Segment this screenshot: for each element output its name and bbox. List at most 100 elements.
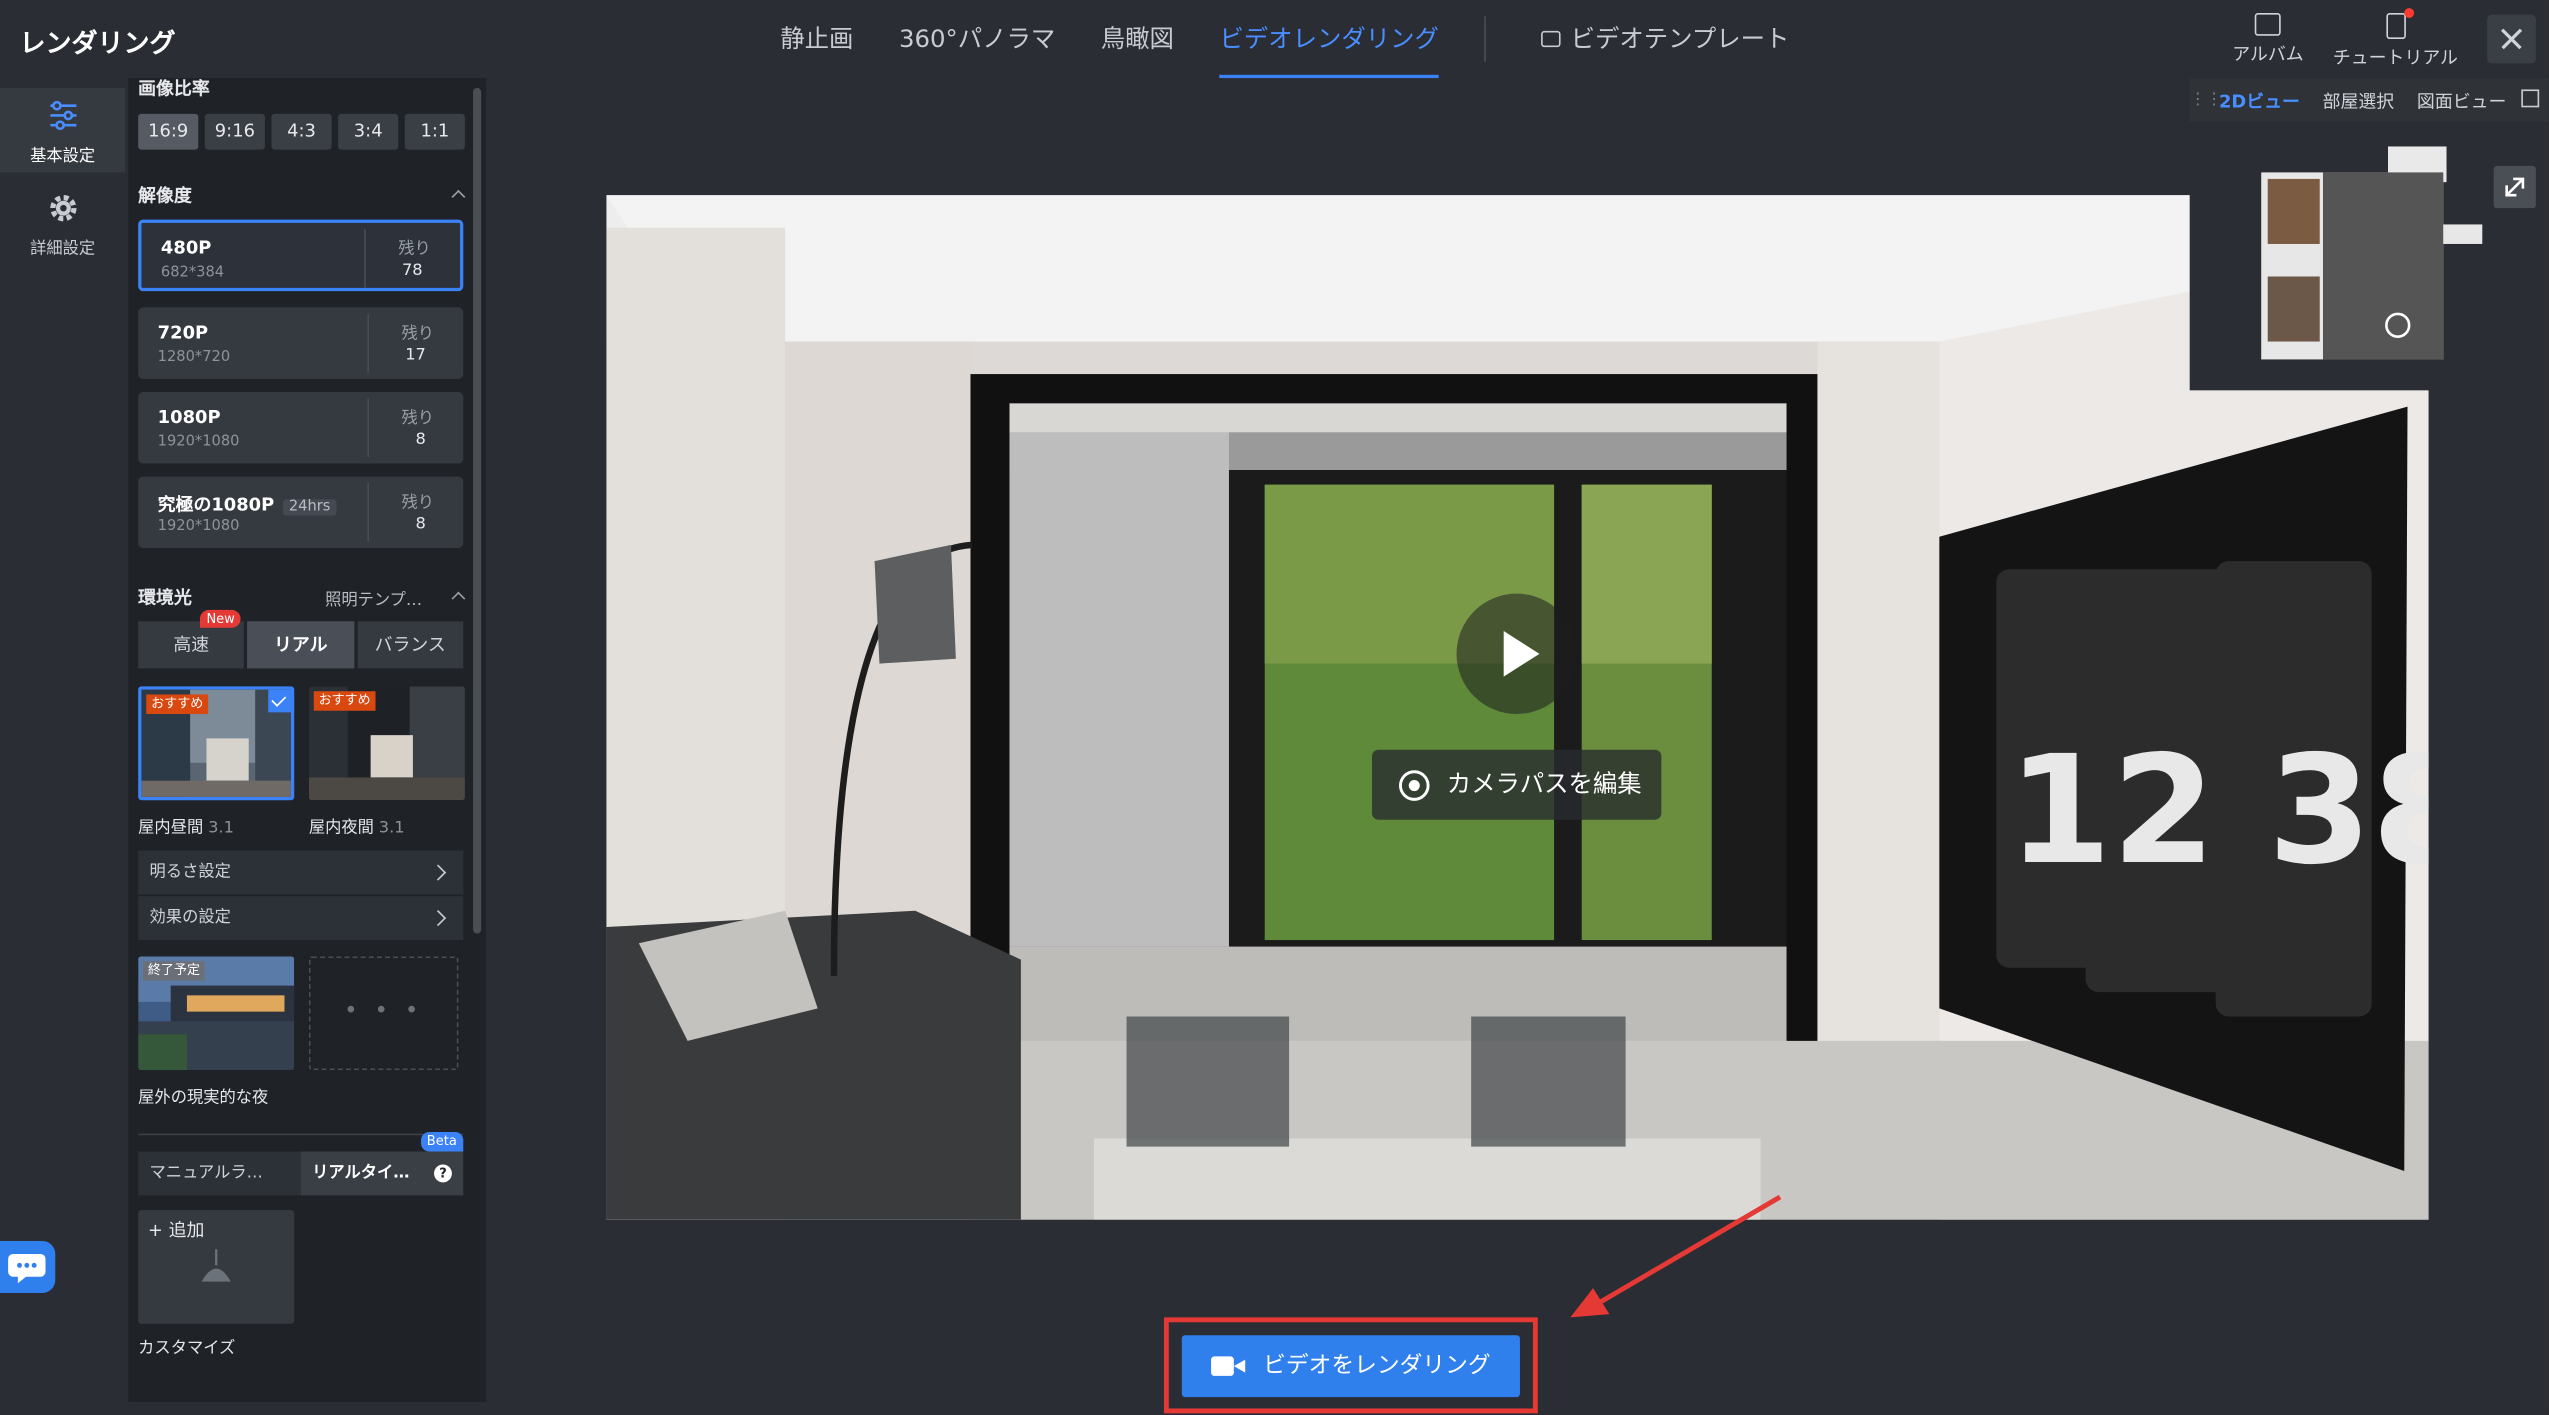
notification-dot	[2403, 8, 2414, 18]
resolution-480p[interactable]: 480P 682*384 残り 78	[138, 219, 464, 292]
close-button[interactable]	[2487, 14, 2536, 64]
monitor-icon	[1541, 30, 1561, 48]
help-icon[interactable]: ?	[434, 1164, 452, 1183]
resolution-name: 1080P	[157, 406, 221, 428]
panel-scrollbar[interactable]	[473, 87, 482, 934]
resolution-1080p[interactable]: 1080P 1920*1080 残り 8	[138, 391, 464, 464]
edit-camera-path-button[interactable]: カメラパスを編集	[1372, 749, 1662, 820]
tab-birds-eye[interactable]: 鳥瞰図	[1101, 0, 1174, 78]
effect-settings[interactable]: 効果の設定	[138, 896, 464, 941]
remaining-label: 残り	[401, 325, 435, 344]
aspect-16-9[interactable]: 16:9	[138, 113, 199, 150]
new-badge: New	[199, 609, 242, 628]
brightness-settings[interactable]: 明るさ設定	[138, 850, 464, 895]
preset-indoor-day-label: 屋内昼間 3.1	[138, 813, 234, 838]
rail-basic-label: 基本設定	[30, 148, 96, 166]
album-button[interactable]: アルバム	[2232, 13, 2304, 67]
resolution-dim: 1920*1080	[157, 518, 240, 536]
expand-map-button[interactable]	[2493, 165, 2536, 209]
preset-version: 3.1	[378, 819, 405, 838]
gear-icon	[49, 195, 76, 222]
realtime-light-tab[interactable]: リアルタイ… Beta ?	[300, 1131, 464, 1196]
pendant-lamp-icon	[201, 1249, 231, 1282]
app-title: レンダリング	[19, 27, 176, 59]
annotation-arrow	[1570, 1194, 1782, 1318]
lighting-mode-real[interactable]: リアル	[247, 621, 354, 669]
tab-video-template-label: ビデオテンプレート	[1570, 24, 1790, 54]
tutorial-label: チュートリアル	[2332, 47, 2458, 69]
resolution-dim: 1920*1080	[157, 434, 240, 451]
remaining-count: 8	[415, 515, 426, 534]
clock-display: 12 38 05	[2008, 724, 2429, 898]
duration-tag: 24hrs	[282, 499, 337, 516]
resolution-name: 究極の1080P 24hrs	[158, 491, 337, 517]
tab-video-template[interactable]: ビデオテンプレート	[1541, 0, 1789, 78]
realtime-light-label: リアルタイ…	[312, 1164, 410, 1183]
resolution-title: 解像度	[138, 185, 192, 207]
rail-advanced-settings[interactable]: 詳細設定	[0, 192, 125, 267]
lighting-template-link[interactable]: 照明テンプ…	[325, 586, 422, 610]
tab-divider	[1484, 16, 1487, 62]
tutorial-button[interactable]: チュートリアル	[2332, 8, 2458, 70]
remaining-count: 78	[401, 261, 423, 280]
tab-plan-view[interactable]: 図面ビュー	[2417, 87, 2506, 113]
expand-icon	[2505, 177, 2525, 197]
lighting-mode-tabs: 高速 New リアル バランス	[138, 609, 464, 669]
remaining-label: 残り	[398, 240, 431, 259]
minimap-panel: ⋮⋮ 2Dビュー 部屋選択 図面ビュー	[2189, 78, 2549, 391]
recommend-badge: おすすめ	[313, 691, 376, 711]
resolution-dim: 1280*720	[157, 349, 231, 366]
tab-still-image[interactable]: 静止画	[780, 0, 853, 78]
chat-support-button[interactable]	[0, 1240, 56, 1293]
floorplan-map[interactable]	[2258, 146, 2486, 366]
aspect-1-1[interactable]: 1:1	[404, 113, 465, 150]
camera-path-icon	[1398, 770, 1430, 801]
tab-360-panorama[interactable]: 360°パノラマ	[899, 0, 1055, 78]
popout-icon[interactable]	[2521, 89, 2540, 108]
customize-label: カスタマイズ	[138, 1340, 236, 1359]
rail-basic-settings[interactable]: 基本設定	[0, 87, 126, 173]
preset-name: 屋内夜間	[308, 819, 374, 838]
effect-settings-label: 効果の設定	[149, 909, 231, 928]
more-presets-button[interactable]: • • •	[308, 956, 459, 1071]
remaining-label: 残り	[401, 409, 435, 428]
add-light-button[interactable]: + 追加	[138, 1210, 295, 1324]
top-bar: レンダリング 静止画 360°パノラマ 鳥瞰図 ビデオレンダリング ビデオテンプ…	[0, 0, 2549, 79]
resolution-ultimate-1080p[interactable]: 究極の1080P 24hrs 1920*1080 残り 8	[138, 476, 464, 549]
chevron-up-icon[interactable]	[451, 189, 466, 204]
beta-badge: Beta	[420, 1131, 464, 1152]
preset-outdoor-night-label: 屋外の現実的な夜	[138, 1089, 269, 1108]
album-icon	[2254, 13, 2281, 36]
render-viewport[interactable]: 12 38 05 カメラパスを編集	[606, 195, 2429, 1220]
render-video-button[interactable]: ビデオをレンダリング	[1181, 1335, 1520, 1398]
book-icon	[2385, 8, 2414, 40]
divider	[367, 398, 370, 458]
tab-2d-view[interactable]: 2Dビュー	[2219, 87, 2300, 113]
preset-indoor-night[interactable]: おすすめ	[308, 686, 465, 801]
left-rail: 基本設定 詳細設定	[0, 78, 126, 1415]
check-icon	[268, 689, 291, 713]
play-button[interactable]	[1456, 593, 1577, 714]
aspect-4-3[interactable]: 4:3	[271, 113, 332, 150]
preset-outdoor-night[interactable]: 終了予定	[138, 956, 295, 1071]
resolution-name-text: 究極の1080P	[157, 494, 275, 516]
chevron-right-icon	[430, 864, 447, 881]
divider	[364, 229, 366, 288]
aspect-9-16[interactable]: 9:16	[204, 113, 265, 150]
light-mode-tabs: マニュアルラ… リアルタイ… Beta ?	[138, 1131, 464, 1196]
tab-room-select[interactable]: 部屋選択	[2323, 87, 2395, 113]
manual-light-tab[interactable]: マニュアルラ…	[138, 1151, 301, 1196]
remaining-count: 17	[405, 346, 426, 365]
section-divider	[138, 1133, 464, 1136]
chevron-up-icon[interactable]	[451, 591, 466, 606]
lighting-mode-balance[interactable]: バランス	[357, 621, 464, 669]
preset-indoor-day[interactable]: おすすめ	[138, 686, 295, 801]
add-light-label: + 追加	[147, 1219, 205, 1241]
drag-handle-icon[interactable]: ⋮⋮	[2190, 91, 2223, 109]
resolution-720p[interactable]: 720P 1280*720 残り 17	[138, 307, 464, 379]
divider	[367, 483, 370, 542]
lighting-mode-fast[interactable]: 高速 New	[138, 609, 245, 669]
tab-video-rendering[interactable]: ビデオレンダリング	[1219, 0, 1439, 79]
aspect-3-4[interactable]: 3:4	[338, 113, 399, 150]
sliders-icon	[49, 100, 76, 131]
